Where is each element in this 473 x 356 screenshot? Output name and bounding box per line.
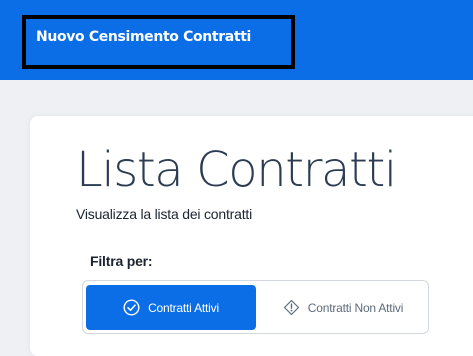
- filter-active-contracts-label: Contratti Attivi: [148, 300, 219, 315]
- filter-label: Filtra per:: [90, 253, 153, 269]
- filter-inactive-contracts-button[interactable]: Contratti Non Attivi: [260, 285, 426, 330]
- filter-active-contracts-button[interactable]: Contratti Attivi: [86, 285, 256, 330]
- nav-title[interactable]: Nuovo Censimento Contratti: [36, 27, 251, 47]
- page-subtitle: Visualizza la lista dei contratti: [76, 206, 253, 222]
- filter-inactive-contracts-label: Contratti Non Attivi: [307, 300, 404, 315]
- page-title: Lista Contratti: [76, 142, 397, 198]
- check-circle-icon: [123, 299, 140, 316]
- warning-diamond-icon: [283, 299, 300, 316]
